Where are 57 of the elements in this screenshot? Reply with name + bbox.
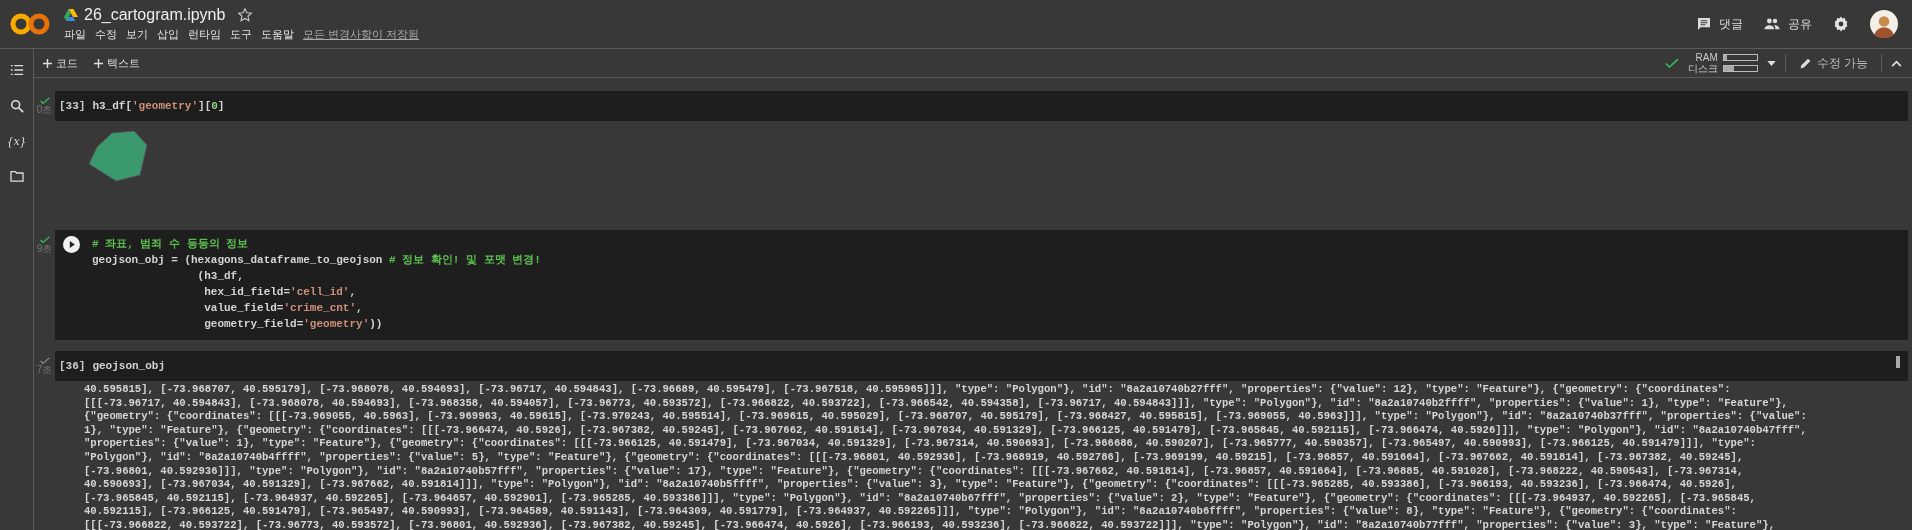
output-line: {"geometry": {"coordinates": [[[-73.969055, 40.5963], [-73.969963, 40.59615], [-73.970243, 40.595514], [-73.969615, 40.595029], [-73.968707, 40.595179], [-73.968427, 40.595815], [-73.969055, 40.5963]]], "type": "Polygon"}, "id": "8a2a10740b37fff", "properties": {"value":	[84, 410, 1808, 424]
menu-item[interactable]: 수정	[95, 27, 117, 42]
scrollbar-thumb[interactable]	[1896, 356, 1900, 368]
resources-button[interactable]: RAM 디스크	[1687, 52, 1758, 74]
edit-mode-button[interactable]: 수정 가능	[1794, 55, 1872, 71]
notebook-title[interactable]: 26_cartogram.ipynb	[84, 6, 226, 24]
code-line: (h3_df,	[196, 269, 245, 284]
pencil-icon	[1798, 56, 1812, 70]
usage-bar	[1722, 65, 1758, 72]
execution-count: [33]	[59, 100, 86, 112]
output-line: [-73.965845, 40.592115], [-73.964937, 40.592265], [-73.964657, 40.592901], [-73.965285, 40.593386]]], "type": "Polygon"}, "id": "8a2a10740b67fff", "properties": {"value": 2}, "type": "Feature"}, {"geometry": {"coordinates": [[[-73.964937, 40.592265], [-73.965845,	[84, 491, 1757, 506]
execution-count: [36]	[59, 360, 86, 372]
resource-label: 디스크	[1687, 63, 1718, 74]
search-icon[interactable]	[9, 99, 24, 113]
save-status-link[interactable]: 모든 변경사항이 저장됨	[303, 27, 420, 42]
variables-icon[interactable]: {x}	[6, 135, 27, 148]
drive-icon[interactable]	[64, 9, 78, 21]
menu-item[interactable]: 보기	[126, 27, 148, 42]
star-icon[interactable]	[237, 7, 254, 23]
output-line: 40.592115], [-73.966125, 40.591479], [-73.965497, 40.590993], [-73.964589, 40.591143], [-73.964309, 40.591779], [-73.964937, 40.592265]]], "type": "Polygon"}, "id": "8a2a10740b6ffff", "properties": {"value": 8}, "type": "Feature"}, {"geometry": {"coordinates":	[84, 505, 1738, 519]
output-line: 40.590693], [-73.967034, 40.591329], [-73.967662, 40.591814]]], "type": "Polygon"}, "id": "8a2a10740b5ffff", "properties": {"value": 3}, "type": "Feature"}, {"geometry": {"coordinates": [[[-73.965285, 40.593386], [-73.966193, 40.593236], [-73.966474, 40.5926],	[84, 478, 1738, 492]
usage-bar	[1722, 54, 1758, 61]
code-line: geometry_field='geometry'))	[203, 317, 384, 332]
settings-icon[interactable]	[1832, 15, 1850, 33]
share-button[interactable]: 공유	[1763, 15, 1812, 33]
add-cell-button[interactable]: 코드	[40, 53, 81, 73]
plus-icon	[43, 58, 52, 68]
code-line: # 좌표, 범죄 수 등등의 정보	[92, 237, 250, 252]
avatar[interactable]	[1870, 10, 1898, 38]
output-line: [[[-73.96717, 40.594843], [-73.968078, 40.594693], [-73.968358, 40.594057], [-73.96773, 40.593572], [-73.966822, 40.593722], [-73.966542, 40.594358], [-73.96717, 40.594843]]], "type": "Polygon"}, "id": "8a2a10740b2ffff", "properties": {"value": 1}, "type": "Feature"},	[84, 396, 1789, 411]
menu-item[interactable]: 도움말	[261, 27, 294, 42]
folder-icon[interactable]	[9, 170, 24, 182]
output-line: "Polygon"}, "id": "8a2a10740b4ffff", "properties": {"value": 5}, "type": "Feature"}, {"geometry": {"coordinates": [[[-73.96801, 40.592936], [-73.968919, 40.592786], [-73.969199, 40.59215], [-73.96857, 40.591664], [-73.967662, 40.591814], [-73.967382, 40.59245],	[84, 450, 1745, 465]
output-line: [-73.96801, 40.592936]]], "type": "Polygon"}, "id": "8a2a10740b57fff", "properties": {"value": 17}, "type": "Feature"}, {"geometry": {"coordinates": [[[-73.967662, 40.591814], [-73.96857, 40.591664], [-73.96885, 40.591028], [-73.968222, 40.590543], [-73.967314,	[84, 464, 1745, 479]
code-line: geojson_obj	[92, 359, 166, 374]
menu-item[interactable]: 도구	[230, 27, 252, 42]
chevron-up-icon[interactable]	[1891, 59, 1902, 67]
code-line: geojson_obj = (hexagons_dataframe_to_geojson # 정보 확인! 및 포맷 변경!	[92, 253, 541, 268]
output-line: 1}, "type": "Feature"}, {"geometry": {"coordinates": [[[-73.966474, 40.5926], [-73.967382, 40.59245], [-73.967662, 40.591814], [-73.967034, 40.591329], [-73.966125, 40.591479], [-73.965845, 40.592115], [-73.966474, 40.5926]]], "type": "Polygon"}, "id": "8a2a10740b47fff",	[84, 423, 1808, 438]
dropdown-caret-icon[interactable]	[1766, 60, 1776, 66]
menu-item[interactable]: 파일	[64, 27, 86, 42]
plus-icon	[94, 58, 103, 68]
menu-item[interactable]: 삽입	[157, 27, 179, 42]
colab-logo-icon[interactable]	[10, 12, 50, 36]
comment-icon	[1696, 16, 1712, 32]
code-line: h3_df['geometry'][0]	[92, 99, 225, 114]
output-line: [[[-73.966822, 40.593722], [-73.96773, 40.593572], [-73.96801, 40.592936], [-73.967382, 40.59245], [-73.966474, 40.5926], [-73.966193, 40.593236], [-73.966822, 40.593722]]], "type": "Polygon"}, "id": "8a2a10740b77fff", "properties": {"value": 3}, "type": "Feature"},	[84, 518, 1777, 530]
table-of-contents-icon[interactable]	[9, 63, 24, 77]
code-line: hex_id_field='cell_id',	[203, 285, 358, 300]
comment-button[interactable]: 댓글	[1696, 15, 1743, 33]
add-cell-button[interactable]: 텍스트	[91, 53, 143, 73]
code-line: value_field='crime_cnt',	[203, 301, 364, 316]
output-line: 40.595815], [-73.968707, 40.595179], [-73.968078, 40.594693], [-73.96717, 40.594843], [-73.96689, 40.595479], [-73.967518, 40.595965]]], "type": "Polygon"}, "id": "8a2a10740b27fff", "properties": {"value": 12}, "type": "Feature"}, {"geometry": {"coordinates":	[84, 383, 1732, 397]
output-line: "properties": {"value": 1}, "type": "Feature"}, {"geometry": {"coordinates": [[[-73.966125, 40.591479], [-73.967034, 40.591329], [-73.967314, 40.590693], [-73.966686, 40.590207], [-73.965777, 40.590357], [-73.965497, 40.590993], [-73.966125, 40.591479]]], "type":	[84, 437, 1757, 451]
run-button[interactable]	[63, 236, 80, 253]
resource-label: RAM	[1695, 52, 1718, 63]
menu-item[interactable]: 런타임	[188, 27, 221, 42]
